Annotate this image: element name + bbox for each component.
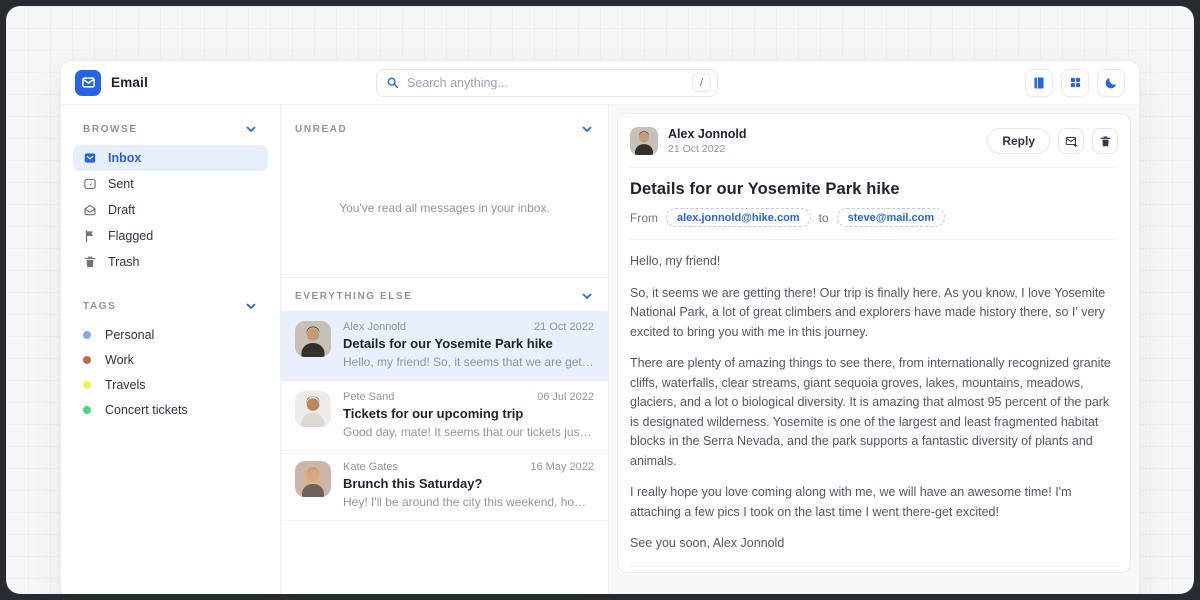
tag-color-dot [83,331,91,339]
sidebar-item-label: Trash [108,255,140,269]
tag-item-travels[interactable]: Travels [73,372,268,397]
everything-else-section-title: EVERYTHING ELSE [295,291,413,302]
envelope-icon [81,75,96,90]
apps-grid-icon [1069,76,1082,89]
to-label: to [819,211,829,225]
search-input[interactable] [407,76,692,90]
mail-subject: Tickets for our upcoming trip [343,406,594,421]
avatar [630,127,658,155]
everything-else-collapse-chevron-down-icon[interactable] [580,289,594,303]
sidebar-item-label: Flagged [108,229,153,243]
sidebar-item-draft[interactable]: Draft [73,197,268,223]
sidebar-item-label: Inbox [108,151,141,165]
tag-color-dot [83,406,91,414]
tag-color-dot [83,356,91,364]
mail-list-item-yosemite[interactable]: Alex Jonnold 21 Oct 2022 Details for our… [281,311,608,381]
tags-section-title: TAGS [83,301,116,312]
tag-color-dot [83,381,91,389]
mail-date: 06 Jul 2022 [537,391,594,403]
mail-preview: Good day, mate! It seems that our ticket… [343,425,594,439]
from-label: From [630,211,658,225]
detail-pane: Alex Jonnold 21 Oct 2022 Reply [609,105,1139,594]
sidebar-item-label: Draft [108,203,135,217]
mail-sender: Pete Sand [343,391,394,403]
search-icon [386,76,399,89]
dark-mode-moon-icon [1104,76,1118,90]
mail-preview: Hello, my friend! So, it seems that we a… [343,355,594,369]
mail-subject: Brunch this Saturday? [343,476,594,491]
browse-collapse-chevron-down-icon[interactable] [244,122,258,136]
email-app-window: Email / [60,60,1140,594]
detail-subject: Details for our Yosemite Park hike [630,180,1118,199]
unread-section-title: UNREAD [295,124,347,135]
inbox-icon [83,151,97,165]
tags-collapse-chevron-down-icon[interactable] [244,299,258,313]
flag-icon [83,229,97,243]
mail-list-item-brunch[interactable]: Kate Gates 16 May 2022 Brunch this Satur… [281,451,608,521]
tag-label: Concert tickets [105,403,188,417]
message-list: UNREAD You've read all messages in your … [281,105,609,594]
delete-mail-button[interactable] [1092,128,1118,154]
mail-subject: Details for our Yosemite Park hike [343,336,594,351]
everything-else-section: EVERYTHING ELSE Alex Jonnold [281,278,608,521]
background-panel: Email / [6,6,1194,594]
avatar [295,461,331,497]
tag-label: Work [105,353,134,367]
search-shortcut-badge: / [692,73,711,92]
header-actions [1025,69,1125,97]
mail-date: 16 May 2022 [530,461,594,473]
tag-item-work[interactable]: Work [73,347,268,372]
detail-date: 21 Oct 2022 [668,143,746,155]
unread-section: UNREAD You've read all messages in your … [281,105,608,278]
apps-grid-button[interactable] [1061,69,1089,97]
search-bar: / [376,69,718,97]
trash-icon [83,255,97,269]
mail-date: 21 Oct 2022 [534,321,594,333]
divider [630,167,1118,168]
unread-collapse-chevron-down-icon[interactable] [580,122,594,136]
mail-sender: Alex Jonnold [343,321,406,333]
sent-icon [83,177,97,191]
divider [630,566,1118,567]
browse-section-title: BROWSE [83,124,138,135]
email-body-paragraph: I really hope you love coming along with… [630,483,1118,522]
sidebar-item-flagged[interactable]: Flagged [73,223,268,249]
tag-item-concert-tickets[interactable]: Concert tickets [73,397,268,422]
mail-preview: Hey! I'll be around the city this weeken… [343,495,594,509]
dark-mode-toggle-button[interactable] [1097,69,1125,97]
email-body-paragraph: See you soon, Alex Jonnold [630,534,1118,554]
unread-empty-message: You've read all messages in your inbox. [281,201,608,215]
draft-icon [83,203,97,217]
sidebar-item-label: Sent [108,177,134,191]
forward-mail-icon [1065,135,1078,148]
delete-mail-icon [1099,135,1112,148]
contacts-book-icon [1032,76,1046,90]
sidebar-item-inbox[interactable]: Inbox [73,145,268,171]
sidebar: BROWSE Inbox Sent [61,105,281,594]
avatar [295,391,331,427]
email-body-paragraph: Hello, my friend! [630,252,1118,272]
tag-label: Personal [105,328,154,342]
from-email-pill[interactable]: alex.jonnold@hike.com [666,208,811,227]
tag-item-personal[interactable]: Personal [73,322,268,347]
email-body-paragraph: There are plenty of amazing things to se… [630,354,1118,471]
app-title: Email [111,75,148,90]
reply-button[interactable]: Reply [987,128,1050,154]
app-header: Email / [61,61,1139,105]
divider [630,239,1118,240]
mail-list-item-tickets[interactable]: Pete Sand 06 Jul 2022 Tickets for our up… [281,381,608,451]
mail-sender: Kate Gates [343,461,398,473]
contacts-book-button[interactable] [1025,69,1053,97]
forward-mail-button[interactable] [1058,128,1084,154]
tag-label: Travels [105,378,146,392]
email-detail-card: Alex Jonnold 21 Oct 2022 Reply [617,113,1131,573]
to-email-pill[interactable]: steve@mail.com [837,208,946,227]
app-logo [75,70,101,96]
email-body-paragraph: So, it seems we are getting there! Our t… [630,284,1118,343]
sidebar-item-trash[interactable]: Trash [73,249,268,275]
avatar [295,321,331,357]
sidebar-item-sent[interactable]: Sent [73,171,268,197]
detail-sender-name: Alex Jonnold [668,127,746,141]
